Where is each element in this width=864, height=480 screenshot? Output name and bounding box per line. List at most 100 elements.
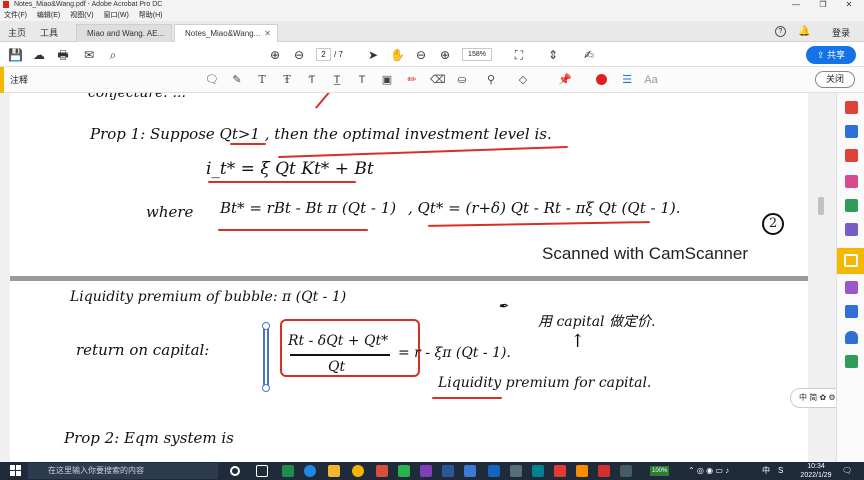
zoom-in-icon[interactable]: ⊕ bbox=[438, 48, 452, 62]
app-icon-teal[interactable] bbox=[532, 465, 544, 477]
menu-bar: 文件(F) 编辑(E) 视图(V) 窗口(W) 帮助(H) bbox=[0, 10, 864, 21]
system-tray-icons[interactable]: ⌃ ◎ ◉ ▭ ♪ bbox=[688, 462, 729, 480]
lang-indicator[interactable]: S bbox=[778, 462, 783, 480]
zoom-out-icon[interactable]: ⊖ bbox=[414, 48, 428, 62]
notifications-icon[interactable]: 🗨 bbox=[842, 462, 852, 480]
font-size-icon[interactable]: Aa bbox=[644, 73, 658, 87]
underline-text-icon[interactable]: T̲ bbox=[330, 73, 344, 87]
attach-file-icon[interactable]: ⚲ bbox=[484, 73, 498, 87]
scrollbar-thumb[interactable] bbox=[818, 197, 824, 215]
menu-help[interactable]: 帮助(H) bbox=[139, 12, 163, 19]
tab-tools[interactable]: 工具 bbox=[40, 24, 58, 42]
selection-handle-bottom[interactable] bbox=[262, 384, 270, 392]
page-number-input[interactable]: 2 bbox=[316, 48, 331, 61]
menu-view[interactable]: 视图(V) bbox=[70, 12, 93, 19]
highlight-pen-icon[interactable]: ✎ bbox=[230, 73, 244, 87]
scroll-mode-icon[interactable]: ⇕ bbox=[546, 48, 560, 62]
export-pdf-icon[interactable] bbox=[845, 101, 858, 114]
more-tools-icon[interactable] bbox=[845, 355, 858, 368]
edge-browser-icon[interactable] bbox=[304, 465, 316, 477]
red-underline-liquidity bbox=[432, 397, 502, 399]
taskbar-search-input[interactable]: 在这里输入你要搜索的内容 bbox=[28, 463, 218, 479]
export-icon[interactable] bbox=[845, 199, 858, 212]
edit-pdf-icon[interactable] bbox=[845, 149, 858, 162]
minimize-button[interactable]: — bbox=[785, 0, 807, 10]
pencil-draw-icon[interactable]: ✏ bbox=[405, 73, 419, 87]
help-icon[interactable]: ? bbox=[775, 26, 786, 37]
eraser-icon[interactable]: ⌫ bbox=[430, 73, 446, 87]
ime-indicator[interactable]: 中 bbox=[762, 462, 770, 480]
bell-icon[interactable]: 🔔 bbox=[798, 26, 810, 38]
cortana-icon[interactable] bbox=[230, 466, 240, 476]
sticky-note-icon[interactable]: 🗨 bbox=[205, 73, 219, 87]
app-icon-green[interactable] bbox=[282, 465, 294, 477]
app-icon-grey[interactable] bbox=[510, 465, 522, 477]
pin-icon[interactable]: 📌 bbox=[558, 73, 572, 87]
select-cursor-icon[interactable]: ➤ bbox=[366, 48, 380, 62]
tab-document-1[interactable]: Miao and Wang. AE... bbox=[76, 24, 172, 42]
send-for-review-icon[interactable] bbox=[845, 305, 858, 318]
chrome-icon[interactable] bbox=[352, 465, 364, 477]
menu-edit[interactable]: 编辑(E) bbox=[37, 12, 60, 19]
fill-sign-icon[interactable] bbox=[845, 281, 858, 294]
close-tab-icon[interactable]: ✕ bbox=[264, 25, 271, 43]
close-window-button[interactable]: ✕ bbox=[838, 0, 860, 10]
task-view-icon[interactable] bbox=[256, 465, 268, 477]
app-icon-blue[interactable] bbox=[464, 465, 476, 477]
replace-text-icon[interactable]: Ƭ bbox=[305, 73, 319, 87]
comment-tool-active[interactable] bbox=[837, 248, 864, 274]
text-comment-icon[interactable]: T bbox=[355, 73, 369, 87]
line-width-icon[interactable]: ☰ bbox=[620, 73, 634, 87]
selection-bar[interactable] bbox=[263, 326, 269, 388]
zoom-level-select[interactable]: 158% bbox=[462, 48, 492, 61]
fit-page-icon[interactable]: ⛶ bbox=[512, 48, 526, 62]
scan-ocr-icon[interactable] bbox=[845, 223, 858, 236]
print-icon[interactable]: 🖶 bbox=[56, 48, 70, 62]
file-explorer-icon[interactable] bbox=[328, 465, 340, 477]
stamp-icon[interactable]: ⛀ bbox=[455, 73, 469, 87]
tab-home[interactable]: 主页 bbox=[8, 24, 26, 42]
shapes-icon[interactable]: ◇ bbox=[516, 73, 530, 87]
hand-tool-icon[interactable]: ✋ bbox=[390, 48, 405, 62]
taskbar-clock[interactable]: 10:34 2022/1/29 bbox=[796, 462, 836, 480]
search-icon[interactable]: ⌕ bbox=[106, 48, 120, 62]
color-picker-icon[interactable] bbox=[594, 73, 608, 87]
wechat-icon[interactable] bbox=[398, 465, 410, 477]
app-icon-red[interactable] bbox=[376, 465, 388, 477]
maximize-button[interactable]: ❐ bbox=[812, 0, 834, 10]
ime-floating-widget[interactable]: 中 简 ✿ ⚙ bbox=[790, 388, 836, 408]
battery-indicator[interactable]: 100% bbox=[650, 466, 670, 476]
app-icon-red-2[interactable] bbox=[554, 465, 566, 477]
app-icon-orange[interactable] bbox=[576, 465, 588, 477]
strikethrough-icon[interactable]: Ŧ bbox=[280, 73, 294, 87]
acrobat-taskbar-icon[interactable] bbox=[598, 465, 610, 477]
share-icon: ⇪ bbox=[816, 50, 828, 60]
menu-window[interactable]: 窗口(W) bbox=[104, 12, 129, 19]
document-view[interactable]: conjecture: ... Prop 1: Suppose Qt>1 , t… bbox=[0, 93, 836, 462]
text-box-icon[interactable]: ▣ bbox=[380, 73, 394, 87]
organize-pages-icon[interactable] bbox=[845, 175, 858, 188]
pen-mark: ✒ bbox=[498, 299, 509, 313]
selection-handle-top[interactable] bbox=[262, 322, 270, 330]
word-icon[interactable] bbox=[442, 465, 454, 477]
menu-file[interactable]: 文件(F) bbox=[4, 12, 27, 19]
previous-page-icon[interactable]: ⊕ bbox=[268, 48, 282, 62]
app-icon-slate[interactable] bbox=[620, 465, 632, 477]
upload-cloud-icon[interactable]: ☁ bbox=[32, 48, 46, 62]
red-underline-qt bbox=[230, 143, 266, 145]
save-icon[interactable]: 💾 bbox=[8, 48, 23, 62]
text-tool-icon[interactable]: T bbox=[255, 73, 269, 87]
create-pdf-icon[interactable] bbox=[845, 125, 858, 138]
email-icon[interactable]: ✉ bbox=[82, 48, 96, 62]
close-comment-button[interactable]: 关闭 bbox=[815, 71, 855, 88]
right-tools-panel bbox=[836, 93, 864, 462]
windows-start-icon[interactable] bbox=[10, 465, 22, 477]
login-button[interactable]: 登录 bbox=[832, 24, 850, 42]
app-icon-dark-blue[interactable] bbox=[488, 465, 500, 477]
share-button[interactable]: ⇪ 共享 bbox=[806, 46, 856, 64]
tab-document-2[interactable]: Notes_Miao&Wang... ✕ bbox=[174, 24, 278, 42]
next-page-icon[interactable]: ⊖ bbox=[292, 48, 306, 62]
onenote-icon[interactable] bbox=[420, 465, 432, 477]
sign-icon[interactable]: ✍ bbox=[582, 48, 596, 62]
protect-icon[interactable] bbox=[845, 331, 858, 344]
